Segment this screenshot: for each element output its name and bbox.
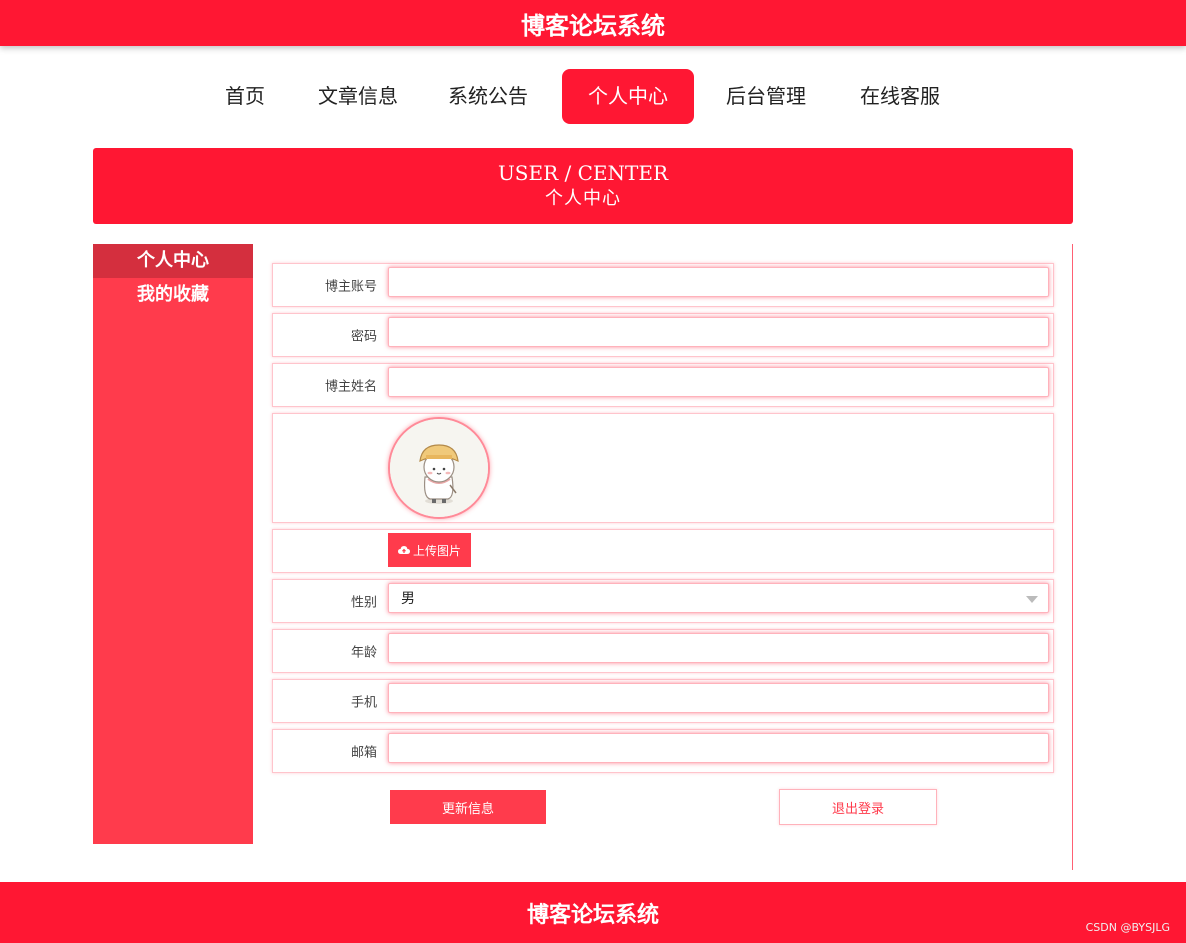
form-row-password: 密码 — [272, 313, 1054, 357]
phone-input[interactable] — [388, 683, 1049, 713]
account-input[interactable] — [388, 267, 1049, 297]
gender-selected-value: 男 — [401, 591, 415, 607]
name-label: 博主姓名 — [324, 379, 377, 395]
sidebar: 个人中心 我的收藏 — [93, 244, 253, 844]
nav-customer-service[interactable]: 在线客服 — [850, 69, 950, 124]
top-header: 博客论坛系统 — [0, 0, 1186, 46]
name-input[interactable] — [388, 367, 1049, 397]
avatar-illustration — [390, 419, 488, 517]
form-row-avatar — [272, 413, 1054, 523]
update-info-button[interactable]: 更新信息 — [390, 790, 546, 824]
upload-image-button[interactable]: 上传图片 — [388, 533, 471, 567]
age-input[interactable] — [388, 633, 1049, 663]
nav-announcements[interactable]: 系统公告 — [438, 69, 538, 124]
gender-label: 性别 — [350, 595, 377, 611]
password-input[interactable] — [388, 317, 1049, 347]
phone-label: 手机 — [350, 695, 377, 711]
form-row-gender: 性别 男 — [272, 579, 1054, 623]
watermark: CSDN @BYSJLG — [1085, 921, 1170, 934]
sidebar-item-personal-center[interactable]: 个人中心 — [93, 244, 253, 278]
nav-admin[interactable]: 后台管理 — [716, 69, 816, 124]
email-label: 邮箱 — [350, 745, 377, 761]
age-label: 年龄 — [350, 645, 377, 661]
banner-title-cn: 个人中心 — [545, 188, 621, 209]
form-row-phone: 手机 — [272, 679, 1054, 723]
nav-home[interactable]: 首页 — [208, 69, 282, 124]
cloud-upload-icon — [397, 546, 410, 554]
footer-title: 博客论坛系统 — [526, 902, 659, 928]
site-title: 博客论坛系统 — [521, 11, 665, 40]
upload-image-label: 上传图片 — [412, 543, 461, 558]
form-row-upload: 上传图片 — [272, 529, 1054, 573]
main-nav: 首页 文章信息 系统公告 个人中心 后台管理 在线客服 — [0, 69, 1186, 124]
sidebar-item-favorites[interactable]: 我的收藏 — [93, 278, 253, 312]
gender-select[interactable]: 男 — [388, 583, 1049, 613]
email-input[interactable] — [388, 733, 1049, 763]
form-row-name: 博主姓名 — [272, 363, 1054, 407]
nav-personal-center[interactable]: 个人中心 — [562, 69, 694, 124]
avatar-image — [388, 417, 490, 519]
logout-button[interactable]: 退出登录 — [779, 789, 937, 825]
content-divider — [1072, 244, 1073, 870]
form-row-age: 年龄 — [272, 629, 1054, 673]
form-row-account: 博主账号 — [272, 263, 1054, 307]
section-banner: USER / CENTER 个人中心 — [93, 148, 1073, 224]
banner-title-en: USER / CENTER — [497, 161, 669, 185]
footer: 博客论坛系统 — [0, 882, 1186, 943]
account-label: 博主账号 — [324, 279, 377, 295]
nav-articles[interactable]: 文章信息 — [308, 69, 408, 124]
chevron-down-icon — [1026, 596, 1038, 603]
form-row-email: 邮箱 — [272, 729, 1054, 773]
password-label: 密码 — [350, 329, 377, 345]
